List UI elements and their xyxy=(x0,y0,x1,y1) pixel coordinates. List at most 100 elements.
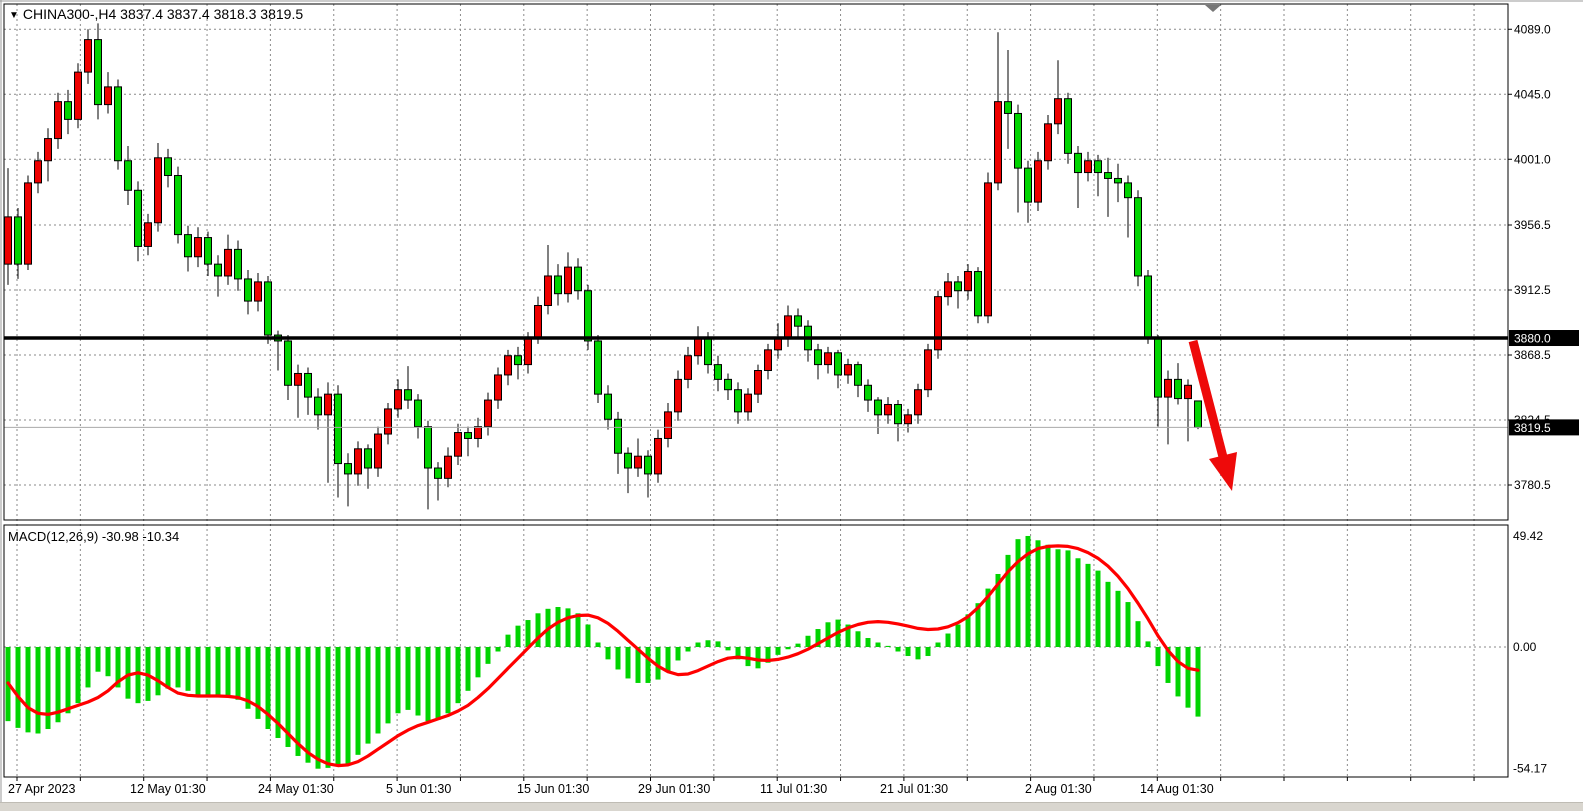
candlestick xyxy=(475,427,482,439)
candlestick xyxy=(945,282,952,297)
symbol-period-label: CHINA300-,H4 xyxy=(23,6,116,22)
macd-histogram-bar xyxy=(1046,545,1051,647)
candlestick xyxy=(345,464,352,474)
candlestick xyxy=(705,338,712,365)
chart-title: ▼ CHINA300-,H4 3837.4 3837.4 3818.3 3819.… xyxy=(9,6,303,22)
macd-histogram-bar xyxy=(1116,591,1121,647)
candlestick xyxy=(855,365,862,386)
candlestick xyxy=(5,217,12,264)
macd-histogram-bar xyxy=(916,647,921,659)
macd-histogram-bar xyxy=(1126,602,1131,647)
candlestick xyxy=(445,456,452,478)
candlestick xyxy=(825,353,832,365)
symbol-dropdown-icon[interactable]: ▼ xyxy=(9,10,19,21)
candlestick xyxy=(1145,276,1152,338)
candlestick xyxy=(915,390,922,415)
candlestick xyxy=(925,350,932,390)
time-axis[interactable] xyxy=(0,777,1508,802)
candlestick xyxy=(245,279,252,301)
candlestick xyxy=(395,390,402,409)
candlestick xyxy=(685,356,692,380)
candlestick xyxy=(355,449,362,474)
candlestick xyxy=(1115,178,1122,182)
candlestick xyxy=(545,276,552,306)
candlestick xyxy=(55,102,62,139)
macd-histogram-bar xyxy=(1146,641,1151,647)
macd-histogram-bar xyxy=(1036,540,1041,647)
macd-histogram-bar xyxy=(866,638,871,647)
macd-histogram-bar xyxy=(326,647,331,768)
candlestick xyxy=(515,356,522,365)
macd-histogram-bar xyxy=(366,647,371,744)
macd-histogram-bar xyxy=(406,647,411,710)
candlestick xyxy=(865,385,872,400)
candlestick xyxy=(875,400,882,415)
macd-histogram-bar xyxy=(726,647,731,650)
candlestick xyxy=(155,158,162,223)
macd-histogram-bar xyxy=(216,647,221,696)
candlestick xyxy=(935,297,942,350)
candlestick xyxy=(295,373,302,385)
candlestick xyxy=(465,433,472,439)
candlestick xyxy=(195,238,202,257)
candlestick xyxy=(1035,161,1042,202)
macd-histogram-bar xyxy=(136,647,141,703)
macd-histogram-bar xyxy=(716,641,721,647)
macd-histogram-bar xyxy=(36,647,41,733)
candlestick xyxy=(1085,161,1092,173)
candlestick xyxy=(125,161,132,191)
candlestick xyxy=(895,404,902,423)
candlestick xyxy=(95,40,102,105)
macd-histogram-bar xyxy=(66,647,71,713)
macd-histogram-bar xyxy=(1186,647,1191,708)
candlestick xyxy=(1165,379,1172,397)
candlestick xyxy=(885,404,892,414)
candlestick xyxy=(435,468,442,478)
candlestick xyxy=(1195,401,1202,427)
candlestick xyxy=(305,373,312,397)
chart-canvas[interactable]: 4089.04045.04001.03956.53912.53868.53824… xyxy=(0,0,1583,811)
candlestick xyxy=(85,40,92,72)
macd-histogram-bar xyxy=(386,647,391,723)
candlestick xyxy=(845,365,852,375)
macd-histogram-bar xyxy=(946,634,951,647)
candlestick xyxy=(15,217,22,264)
macd-histogram-bar xyxy=(1086,564,1091,647)
macd-histogram-bar xyxy=(856,631,861,647)
candlestick xyxy=(605,394,612,419)
macd-histogram-bar xyxy=(616,647,621,669)
candlestick xyxy=(975,272,982,316)
macd-histogram-bar xyxy=(596,643,601,647)
macd-histogram-bar xyxy=(526,620,531,647)
macd-indicator-label: MACD(12,26,9) -30.98 -10.34 xyxy=(8,529,179,544)
window-bottom-edge xyxy=(0,802,1583,811)
macd-histogram-bar xyxy=(446,647,451,713)
macd-histogram-bar xyxy=(926,647,931,656)
macd-histogram-bar xyxy=(506,635,511,647)
macd-histogram-bar xyxy=(476,647,481,677)
candlestick xyxy=(1135,198,1142,276)
candlestick xyxy=(695,338,702,356)
candlestick xyxy=(775,338,782,350)
candlestick xyxy=(225,249,232,276)
candlestick xyxy=(105,87,112,105)
ohlc-readout: 3837.4 3837.4 3818.3 3819.5 xyxy=(120,6,303,22)
macd-histogram-bar xyxy=(46,647,51,729)
macd-histogram-bar xyxy=(1096,571,1101,647)
macd-histogram-bar xyxy=(566,608,571,647)
candlestick xyxy=(485,400,492,427)
candlestick xyxy=(325,394,332,415)
price-axis[interactable] xyxy=(1508,0,1583,777)
macd-histogram-bar xyxy=(706,640,711,647)
candlestick xyxy=(835,353,842,375)
macd-histogram-bar xyxy=(756,647,761,668)
candlestick xyxy=(645,456,652,474)
candlestick xyxy=(535,306,542,338)
macd-histogram-bar xyxy=(646,647,651,683)
candlestick xyxy=(1015,113,1022,168)
candlestick xyxy=(1075,153,1082,172)
candlestick xyxy=(405,390,412,400)
candlestick xyxy=(735,390,742,412)
candlestick xyxy=(25,183,32,264)
macd-histogram-bar xyxy=(1106,582,1111,647)
